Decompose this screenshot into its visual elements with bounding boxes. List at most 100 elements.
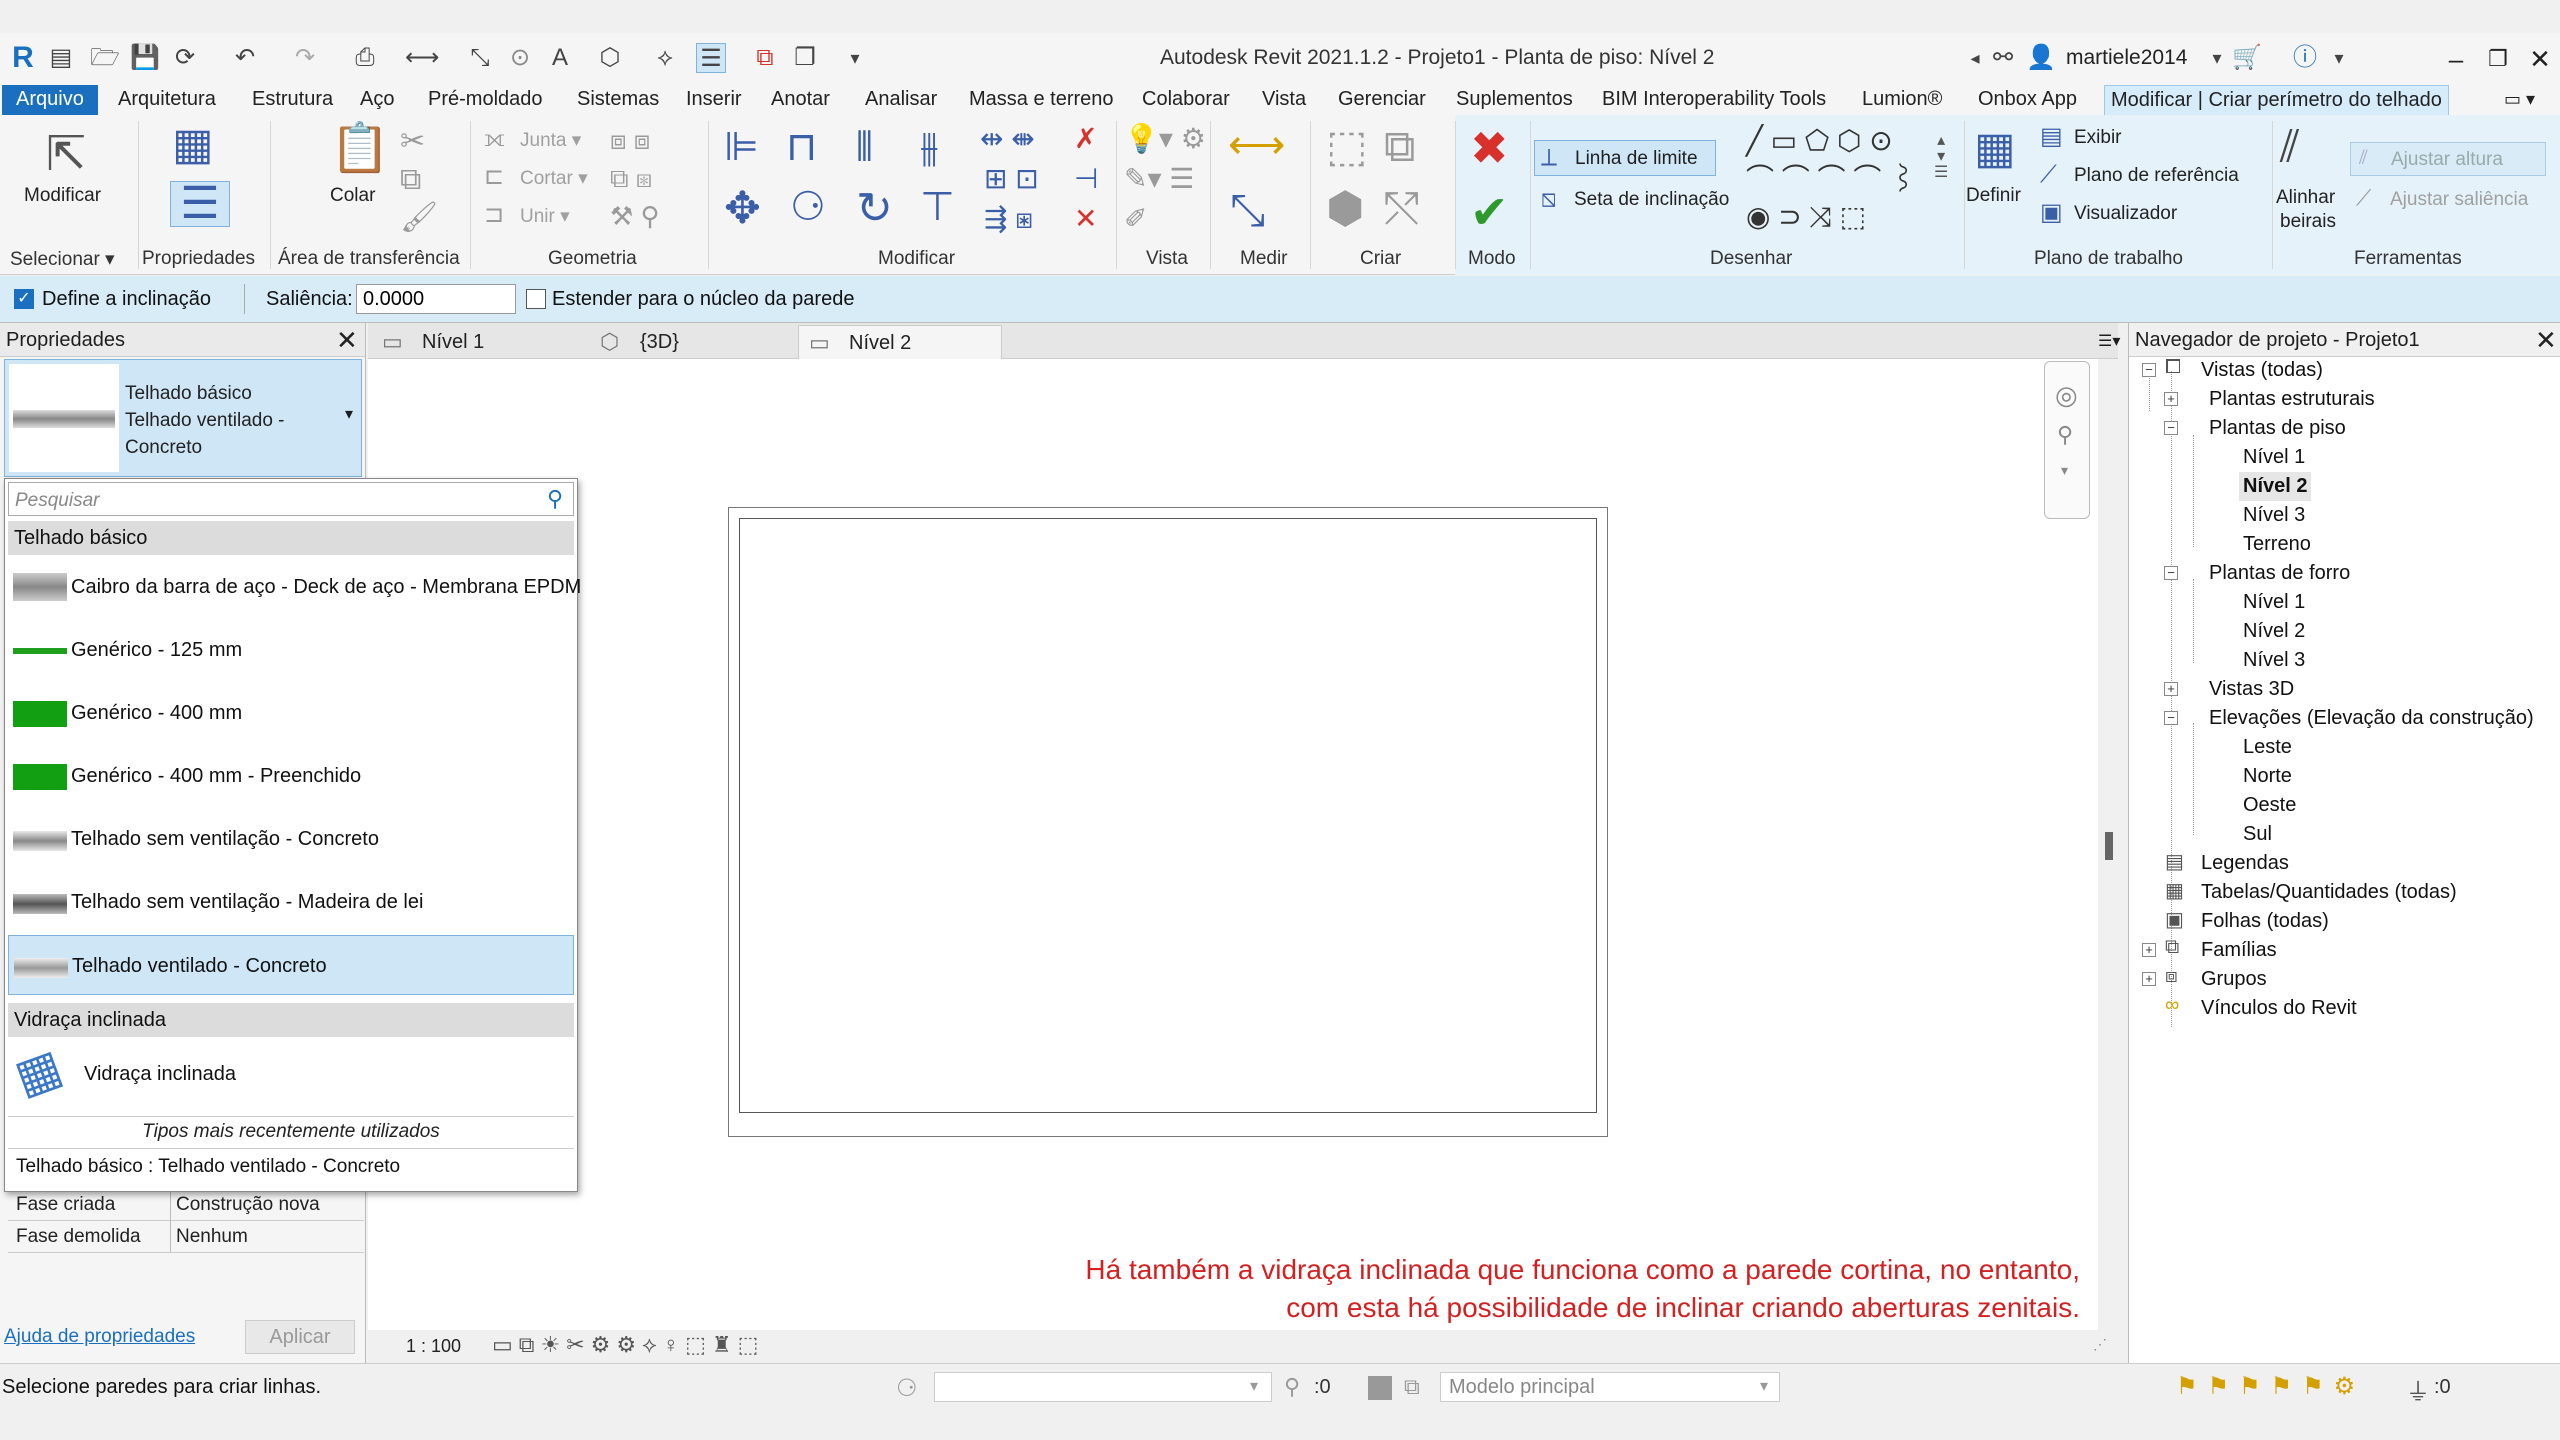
measure-between-icon[interactable]: ⟷: [1228, 125, 1285, 165]
tab-suplementos[interactable]: Suplementos: [1450, 85, 1579, 115]
set-workplane-icon[interactable]: ▦: [1974, 127, 2016, 171]
tag-icon[interactable]: ⊙: [505, 43, 535, 73]
aligned-dimension-icon[interactable]: ⤡: [1230, 189, 1265, 233]
align-icon[interactable]: ⊫: [724, 127, 759, 167]
chevron-left-icon[interactable]: ◂: [1960, 43, 1990, 73]
steering-wheel-icon[interactable]: ◎: [2055, 380, 2078, 411]
slope-arrow-icon[interactable]: ⧅: [1540, 185, 1557, 211]
tab-bim-interoperability-tools[interactable]: BIM Interoperability Tools: [1596, 85, 1832, 115]
paint-icon[interactable]: ⚒ ⚲: [610, 203, 660, 229]
zoom-chevron-down-icon[interactable]: ▾: [2061, 462, 2068, 479]
filter-icon[interactable]: ⏚: [2406, 1372, 2430, 1407]
drawing-area[interactable]: ◎ ⚲ ▾ Há também a vidraça inclinada que …: [368, 359, 2098, 1359]
tab-modificar-criar-perimetro[interactable]: Modificar | Criar perímetro do telhado: [2104, 85, 2449, 115]
view-scale[interactable]: 1 : 100: [406, 1336, 461, 1357]
zoom-icon[interactable]: ⚲: [2057, 422, 2073, 448]
linework-icon[interactable]: ✐: [1124, 205, 1147, 233]
vertical-scrollbar[interactable]: [2105, 832, 2113, 860]
split-icon[interactable]: ⇹ ⇼: [980, 125, 1035, 153]
text-icon[interactable]: A: [545, 43, 575, 73]
tab-anotar[interactable]: Anotar: [765, 85, 836, 115]
reference-plane-icon[interactable]: ⟋: [2040, 163, 2057, 187]
expander-familias[interactable]: +: [2142, 943, 2156, 957]
view-control-icons[interactable]: ▭⧉☀✂⚙⚙⟡♀⬚♜⬚: [492, 1332, 764, 1358]
dd-item-generico-400-preenchido[interactable]: Genérico - 400 mm - Preenchido: [8, 746, 574, 806]
tab-estrutura[interactable]: Estrutura: [246, 85, 339, 115]
user-chevron-down-icon[interactable]: ▾: [2202, 43, 2232, 73]
tree-elev-sul[interactable]: Sul: [2243, 820, 2272, 849]
exibir-button[interactable]: Exibir: [2074, 127, 2122, 149]
panel-selecionar[interactable]: Selecionar ▾: [10, 248, 115, 271]
tree-legendas[interactable]: Legendas: [2201, 849, 2289, 878]
browser-close-icon[interactable]: ✕: [2535, 323, 2557, 357]
modificar-button[interactable]: Modificar: [24, 185, 101, 207]
ajustar-saliencia-button[interactable]: Ajustar saliência: [2390, 189, 2528, 211]
dd-item-generico-125[interactable]: Genérico - 125 mm: [8, 620, 574, 680]
draw-arc-icon[interactable]: ⌒ ⌒ ⌒ ⌒ ⌇: [1746, 165, 1917, 193]
tree-vinculos[interactable]: Vínculos do Revit: [2201, 994, 2357, 1023]
create-similar-icon[interactable]: ⤲: [1384, 187, 1419, 231]
pick-walls-icon[interactable]: ◉ ⊃ ⤨ ⬚: [1746, 203, 1866, 231]
prop-row-fase-criada[interactable]: Fase criada Construção nova: [8, 1189, 364, 1221]
draw-scroll-icon[interactable]: ▴ ▾ ☰: [1934, 133, 1948, 181]
adjust-overhang-icon[interactable]: ⟋: [2356, 187, 2371, 209]
create-assembly-icon[interactable]: ⬚: [1326, 125, 1368, 169]
workset-chevron-down-icon[interactable]: ▾: [1250, 1376, 1258, 1396]
type-search-input[interactable]: Pesquisar: [8, 482, 574, 516]
revit-logo-icon[interactable]: R: [8, 43, 38, 73]
help-icon[interactable]: ⓘ: [2290, 43, 2320, 73]
unpin-icon[interactable]: ✗: [1074, 125, 1097, 153]
tree-piso-nivel-3[interactable]: Nível 3: [2243, 501, 2305, 530]
dd-item-vidraca-inclinada[interactable]: ▦ Vidraça inclinada: [8, 1039, 574, 1111]
offset-icon[interactable]: ⊓: [786, 127, 817, 167]
tree-familias[interactable]: Famílias: [2201, 936, 2277, 965]
view-tab-nivel-2[interactable]: ▭ Nível 2: [798, 325, 1002, 359]
workset-field[interactable]: [934, 1372, 1272, 1402]
tab-analisar[interactable]: Analisar: [859, 85, 943, 115]
unjoin-icon[interactable]: ⊐: [484, 203, 504, 227]
draw-line-icon[interactable]: ╱ ▭ ⬠ ⬡ ⊙: [1746, 127, 1893, 155]
split-face-icon[interactable]: ⧉ ⧆: [610, 165, 652, 191]
tree-elev-norte[interactable]: Norte: [2243, 762, 2292, 791]
seta-de-inclinacao-button[interactable]: Seta de inclinação: [1574, 189, 1729, 211]
help-chevron-down-icon[interactable]: ▾: [2324, 43, 2354, 73]
tree-tabelas[interactable]: Tabelas/Quantidades (todas): [2201, 878, 2457, 907]
properties-close-icon[interactable]: ✕: [336, 323, 358, 357]
expander-plantas-estruturais[interactable]: +: [2164, 392, 2178, 406]
home-icon[interactable]: ▤: [46, 43, 76, 73]
copy-element-icon[interactable]: ⚆: [790, 187, 826, 227]
tab-vista[interactable]: Vista: [1256, 85, 1312, 115]
tree-plantas-de-piso[interactable]: Plantas de piso: [2209, 414, 2346, 443]
switch-windows-icon[interactable]: ❐: [790, 43, 820, 73]
dd-item-caibro[interactable]: Caibro da barra de aço - Deck de aço - M…: [8, 557, 581, 617]
tab-pre-moldado[interactable]: Pré-moldado: [422, 85, 549, 115]
type-selector[interactable]: Telhado básico Telhado ventilado - Concr…: [4, 359, 362, 477]
estender-nucleo-checkbox[interactable]: [526, 289, 546, 309]
design-options-icon[interactable]: [1368, 1376, 1392, 1400]
tree-vistas-3d[interactable]: Vistas 3D: [2209, 675, 2294, 704]
modify-cursor-icon[interactable]: ⇱: [46, 131, 86, 179]
view-tabs-menu-icon[interactable]: ☰▾: [2098, 331, 2120, 351]
tree-grupos[interactable]: Grupos: [2201, 965, 2267, 994]
tab-sistemas[interactable]: Sistemas: [571, 85, 665, 115]
thin-lines-icon[interactable]: ☰: [696, 43, 726, 73]
cut-geometry-icon[interactable]: ⊏: [484, 165, 504, 189]
definir-button[interactable]: Definir: [1966, 185, 2021, 207]
tree-forro-nivel-2[interactable]: Nível 2: [2243, 617, 2305, 646]
cancel-edit-mode-icon[interactable]: ✖: [1470, 125, 1509, 171]
create-group-icon[interactable]: ⬢: [1326, 187, 1364, 231]
trim-icon[interactable]: ⊤: [920, 187, 955, 227]
match-type-icon[interactable]: 🖌: [400, 203, 438, 233]
restore-icon[interactable]: ❐: [2478, 41, 2518, 77]
view-tab-nivel-1[interactable]: ▭ Nível 1: [372, 325, 576, 359]
worksets-icon[interactable]: ⚆: [896, 1374, 918, 1403]
tree-piso-terreno[interactable]: Terreno: [2243, 530, 2311, 559]
selection-filter-icons[interactable]: ⚑⚑⚑⚑⚑⚙: [2176, 1372, 2365, 1401]
define-inclinacao-checkbox[interactable]: ✓: [14, 289, 34, 309]
dd-item-ventilado-concreto[interactable]: Telhado ventilado - Concreto: [8, 935, 574, 995]
plano-de-referencia-button[interactable]: Plano de referência: [2074, 165, 2239, 187]
colar-button[interactable]: Colar: [330, 185, 375, 207]
copy-icon[interactable]: ⧉: [400, 165, 421, 195]
section-icon[interactable]: ⟡: [650, 43, 680, 73]
tree-forro-nivel-3[interactable]: Nível 3: [2243, 646, 2305, 675]
